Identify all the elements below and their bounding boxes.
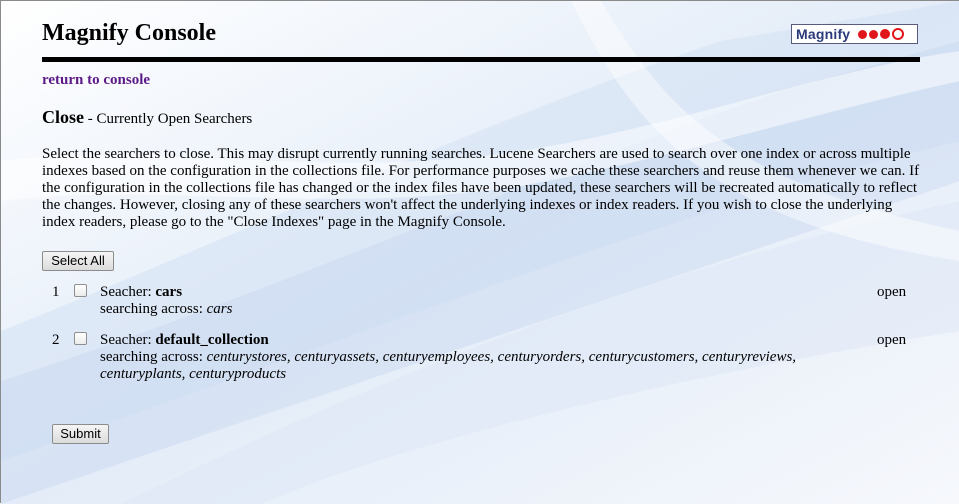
logo-dot xyxy=(880,29,891,39)
searcher-checkbox[interactable] xyxy=(74,332,87,345)
logo-dot xyxy=(869,29,879,39)
logo-dot xyxy=(858,29,868,39)
select-all-button[interactable]: Select All xyxy=(42,251,114,271)
logo-ring xyxy=(892,28,905,40)
searcher-label: Seacher: xyxy=(100,284,156,300)
searching-across-value: cars xyxy=(206,301,233,317)
searching-across-label: searching across: xyxy=(100,301,207,317)
logo-dots-icon xyxy=(858,28,905,40)
searcher-checkbox[interactable] xyxy=(74,284,87,297)
searcher-label: Seacher: xyxy=(100,332,156,348)
logo-text: Magnify xyxy=(796,26,851,42)
searcher-name-line: Seacher: cars xyxy=(100,284,860,301)
magnify-logo: Magnify xyxy=(791,24,918,44)
searching-across-label: searching across: xyxy=(100,349,207,365)
app-title: Magnify Console xyxy=(42,20,216,46)
searcher-name: cars xyxy=(155,284,183,300)
searcher-status: open xyxy=(877,332,907,348)
section-subtitle: - Currently Open Searchers xyxy=(84,111,253,127)
searching-across-line: searching across: cars xyxy=(100,301,860,318)
row-number: 1 xyxy=(52,284,60,300)
searcher-details: Seacher: default_collection searching ac… xyxy=(100,332,860,383)
searcher-name-line: Seacher: default_collection xyxy=(100,332,860,349)
description-text: Select the searchers to close. This may … xyxy=(42,146,920,230)
page: Magnify Console Magnify return to consol… xyxy=(1,1,959,504)
section-heading: Close - Currently Open Searchers xyxy=(42,107,252,128)
searcher-status: open xyxy=(877,284,907,300)
return-to-console-link[interactable]: return to console xyxy=(42,72,150,89)
submit-button[interactable]: Submit xyxy=(52,424,109,444)
searcher-details: Seacher: cars searching across: cars xyxy=(100,284,860,318)
row-number: 2 xyxy=(52,332,60,348)
header-divider xyxy=(42,57,920,62)
searching-across-line: searching across: centurystores, century… xyxy=(100,349,860,383)
searcher-name: default_collection xyxy=(155,332,269,348)
section-title: Close xyxy=(42,107,84,127)
